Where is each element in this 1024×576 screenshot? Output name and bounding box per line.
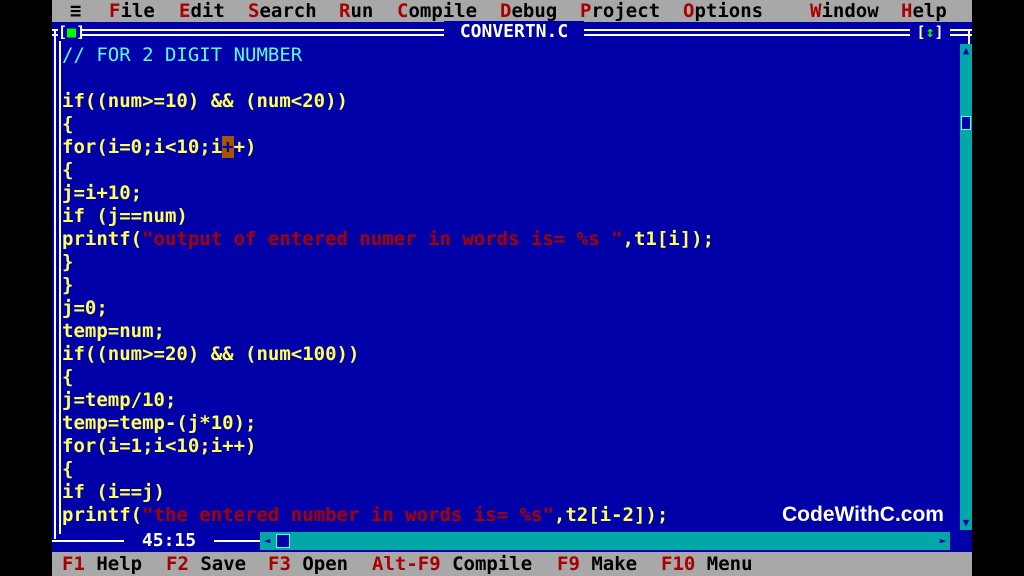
code-line: printf("the entered number in words is= … [62,504,669,526]
menu-debug[interactable]: Debug [500,0,557,22]
code-line: for(i=0;i<10;i++) [62,136,257,158]
code-line: j=i+10; [62,182,143,204]
ide-screen: ≡ File Edit Search Run Compile Debug Pro… [52,0,972,576]
fkey-help[interactable]: F1 Help [62,552,142,576]
code-line: if (j==num) [62,205,188,227]
watermark-text: CodeWithC.com [782,503,944,526]
menu-project[interactable]: Project [580,0,660,22]
menu-search[interactable]: Search [248,0,317,22]
scroll-down-arrow-icon[interactable]: ▼ [960,516,972,530]
fkey-make[interactable]: F9 Make [557,552,637,576]
text-cursor: + [222,136,234,158]
vertical-scroll-thumb[interactable] [961,116,971,130]
frame-left-line-inner [59,34,61,534]
function-key-bar: F1 Help F2 Save F3 Open Alt-F9 Compile F… [52,552,972,576]
code-line: for(i=1;i<10;i++) [62,435,257,457]
menu-file[interactable]: File [109,0,155,22]
horizontal-scrollbar[interactable]: ◄ ► [260,532,950,550]
window-title: CONVERTN.C [444,21,584,43]
system-menu-icon[interactable]: ≡ [70,0,81,22]
menu-window[interactable]: Window [810,0,879,22]
fkey-save[interactable]: F2 Save [166,552,246,576]
code-line: } [62,274,74,296]
close-window-button[interactable]: [■] [58,23,85,41]
code-line: { [62,113,74,135]
code-line: { [62,159,74,181]
zoom-window-button[interactable]: [↕] [910,23,950,41]
code-line: printf("output of entered numer in words… [62,228,715,250]
fkey-menu[interactable]: F10 Menu [661,552,753,576]
menu-bar: ≡ File Edit Search Run Compile Debug Pro… [52,0,972,22]
menu-edit[interactable]: Edit [179,0,225,22]
menu-run[interactable]: Run [339,0,373,22]
code-line: if((num>=20) && (num<100)) [62,343,360,365]
code-line: if (i==j) [62,481,165,503]
vertical-scrollbar[interactable]: ▲ ▼ [960,44,972,530]
code-line: { [62,366,74,388]
code-line: temp=temp-(j*10); [62,412,257,434]
frame-left-line-outer [54,29,56,539]
cursor-position: 45:15 [124,530,214,552]
zoom-icon: ↕ [925,23,935,41]
horizontal-scroll-thumb[interactable] [276,534,290,548]
menu-help[interactable]: Help [901,0,947,22]
code-line: j=temp/10; [62,389,177,411]
code-line: { [62,458,74,480]
close-icon: ■ [67,23,77,41]
fkey-open[interactable]: F3 Open [268,552,348,576]
fkey-compile[interactable]: Alt-F9 Compile [372,552,532,576]
code-line: temp=num; [62,320,165,342]
code-line: } [62,251,74,273]
scroll-up-arrow-icon[interactable]: ▲ [960,44,972,58]
scroll-right-arrow-icon[interactable]: ► [936,532,950,550]
code-line: if((num>=10) && (num<20)) [62,90,348,112]
code-line: j=0; [62,297,108,319]
menu-compile[interactable]: Compile [397,0,477,22]
code-line: // FOR 2 DIGIT NUMBER [62,44,303,66]
scroll-left-arrow-icon[interactable]: ◄ [260,532,274,550]
code-editor[interactable]: // FOR 2 DIGIT NUMBER if((num>=10) && (n… [62,44,960,532]
menu-options[interactable]: Options [683,0,763,22]
